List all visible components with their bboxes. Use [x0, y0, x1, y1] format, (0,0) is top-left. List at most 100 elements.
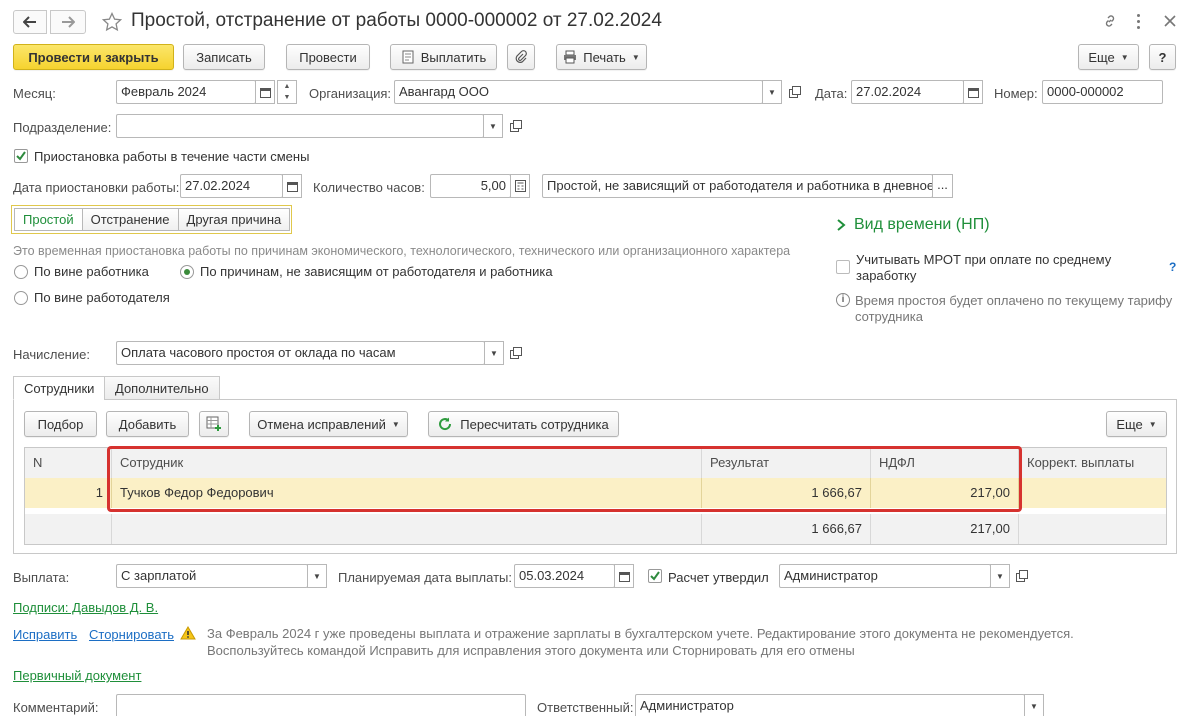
division-field[interactable]: [116, 114, 484, 138]
post-and-close-button[interactable]: Провести и закрыть: [13, 44, 174, 70]
suspension-date-field[interactable]: 27.02.2024: [180, 174, 283, 198]
fix-link[interactable]: Исправить: [13, 627, 77, 642]
table-more-label: Еще: [1116, 416, 1143, 432]
warning-text-line1: За Февраль 2024 г уже проведены выплата …: [207, 626, 1074, 641]
open-icon[interactable]: [506, 342, 526, 364]
close-icon[interactable]: [1160, 11, 1180, 31]
comment-field[interactable]: [116, 694, 526, 716]
chevron-down-icon[interactable]: ▼: [990, 564, 1010, 588]
pay-button-label: Выплатить: [420, 49, 487, 65]
chevron-down-icon: ▼: [391, 419, 400, 429]
tab-suspension[interactable]: Отстранение: [81, 208, 179, 231]
post-button[interactable]: Провести: [286, 44, 370, 70]
approver-field[interactable]: Администратор: [779, 564, 991, 588]
payment-label: Выплата:: [13, 570, 70, 585]
chevron-right-icon: [837, 219, 846, 231]
date-field[interactable]: 27.02.2024: [851, 80, 964, 104]
open-icon[interactable]: [506, 115, 526, 137]
column-header-n[interactable]: N: [25, 448, 112, 478]
chevron-down-icon[interactable]: ▼: [484, 341, 504, 365]
partial-shift-checkbox[interactable]: [14, 149, 28, 163]
chevron-down-icon[interactable]: ▼: [762, 80, 782, 104]
more-button[interactable]: Еще ▼: [1078, 44, 1139, 70]
mrot-help-icon[interactable]: ?: [1169, 260, 1176, 274]
responsible-field[interactable]: Администратор: [635, 694, 1025, 716]
add-button[interactable]: Добавить: [106, 411, 189, 437]
payment-field[interactable]: С зарплатой: [116, 564, 308, 588]
calendar-icon[interactable]: [282, 174, 302, 198]
chevron-down-icon[interactable]: ▼: [307, 564, 327, 588]
calendar-icon[interactable]: [614, 564, 634, 588]
primary-document-link[interactable]: Первичный документ: [13, 668, 141, 683]
printer-icon: [564, 50, 577, 64]
attach-button[interactable]: [507, 44, 535, 70]
table-row-n[interactable]: 1: [25, 478, 112, 508]
tab-other-reason[interactable]: Другая причина: [177, 208, 291, 231]
time-kind-link[interactable]: Вид времени (НП): [836, 216, 990, 234]
tab-downtime[interactable]: Простой: [14, 208, 83, 231]
mrot-label: Учитывать МРОТ при оплате по среднему за…: [856, 252, 1112, 283]
date-label: Дата:: [815, 86, 848, 101]
approved-label: Расчет утвердил: [668, 570, 769, 585]
signatures-link[interactable]: Подписи: Давыдов Д. В.: [13, 600, 158, 615]
accrual-field[interactable]: Оплата часового простоя от оклада по час…: [116, 341, 485, 365]
approved-checkbox[interactable]: [648, 569, 662, 583]
highlight-frame: [107, 446, 1022, 512]
chevron-down-icon: ▼: [1148, 419, 1157, 429]
chevron-down-icon[interactable]: ▼: [1024, 694, 1044, 716]
tab-employees[interactable]: Сотрудники: [13, 376, 106, 400]
cancel-fixes-button[interactable]: Отмена исправлений ▼: [249, 411, 408, 437]
add-row-button[interactable]: [199, 411, 229, 437]
reason-description: Это временная приостановка работы по при…: [13, 244, 791, 258]
select-button[interactable]: Подбор: [24, 411, 97, 437]
hours-label: Количество часов:: [313, 180, 425, 195]
checkmark-icon: [16, 151, 26, 161]
month-stepper[interactable]: ▲ ▼: [277, 80, 297, 104]
suspension-type-select-button[interactable]: ...: [932, 174, 953, 198]
arrow-left-icon: [23, 16, 36, 28]
calendar-icon[interactable]: [255, 80, 275, 104]
storno-link[interactable]: Сторнировать: [89, 627, 174, 642]
table-row-correction[interactable]: [1019, 478, 1166, 508]
mrot-checkbox[interactable]: [836, 260, 850, 274]
chevron-down-icon: ▼: [1120, 52, 1129, 62]
warning-icon: [180, 626, 196, 643]
radio-independent-reasons[interactable]: [180, 265, 194, 279]
tab-additional[interactable]: Дополнительно: [104, 376, 220, 400]
cancel-fixes-label: Отмена исправлений: [257, 416, 386, 432]
more-vertical-icon[interactable]: [1130, 11, 1146, 31]
open-icon[interactable]: [785, 81, 805, 103]
link-icon[interactable]: [1100, 11, 1120, 31]
planned-date-field[interactable]: 05.03.2024: [514, 564, 615, 588]
back-button[interactable]: [13, 10, 47, 34]
suspension-type-field[interactable]: Простой, не зависящий от работодателя и …: [542, 174, 933, 198]
calendar-icon[interactable]: [963, 80, 983, 104]
chevron-down-icon[interactable]: ▼: [483, 114, 503, 138]
partial-shift-label: Приостановка работы в течение части смен…: [34, 149, 310, 164]
document-icon: [402, 50, 414, 64]
radio-employer-fault[interactable]: [14, 291, 28, 305]
pay-button[interactable]: Выплатить: [390, 44, 497, 70]
paperclip-icon: [515, 50, 527, 63]
radio-employee-fault-label: По вине работника: [34, 264, 149, 279]
table-total-ndfl: 217,00: [871, 514, 1019, 544]
arrow-right-icon: [62, 16, 75, 28]
calculator-icon[interactable]: [510, 174, 530, 198]
save-button[interactable]: Записать: [183, 44, 265, 70]
help-button[interactable]: ?: [1149, 44, 1176, 70]
column-header-correction[interactable]: Коррект. выплаты: [1019, 448, 1166, 478]
number-field[interactable]: 0000-000002: [1042, 80, 1163, 104]
payment-info-text: Время простоя будет оплачено по текущему…: [855, 293, 1173, 324]
table-more-button[interactable]: Еще ▼: [1106, 411, 1167, 437]
favorite-star-icon[interactable]: [100, 10, 124, 34]
open-icon[interactable]: [1012, 565, 1032, 587]
forward-button[interactable]: [50, 10, 86, 34]
recalc-employee-button[interactable]: Пересчитать сотрудника: [428, 411, 619, 437]
organization-field[interactable]: Авангард ООО: [394, 80, 763, 104]
month-label: Месяц:: [13, 86, 56, 101]
print-button[interactable]: Печать ▼: [556, 44, 647, 70]
radio-employee-fault[interactable]: [14, 265, 28, 279]
hours-field[interactable]: 5,00: [430, 174, 511, 198]
month-field[interactable]: Февраль 2024: [116, 80, 256, 104]
planned-date-label: Планируемая дата выплаты:: [338, 570, 512, 585]
